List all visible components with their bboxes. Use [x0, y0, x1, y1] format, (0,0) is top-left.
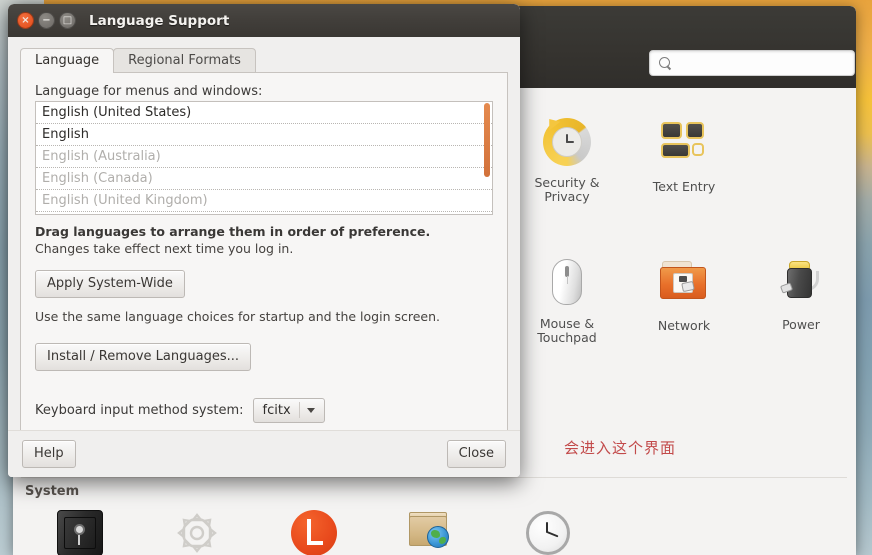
tab-regional-formats[interactable]: Regional Formats	[113, 48, 256, 73]
security-privacy-icon	[543, 114, 591, 166]
mouse-touchpad-icon	[552, 259, 582, 305]
settings-item-network[interactable]: Network	[632, 256, 736, 333]
time-date-icon	[526, 511, 570, 555]
search-box[interactable]	[649, 50, 855, 76]
ime-row: Keyboard input method system: fcitx	[35, 398, 493, 423]
list-item[interactable]: English	[36, 124, 492, 146]
tab-language[interactable]: Language	[20, 48, 115, 73]
details-icon	[174, 510, 220, 555]
section-divider	[21, 477, 847, 478]
close-button[interactable]: Close	[446, 440, 506, 468]
settings-item-label: Network	[657, 318, 711, 333]
mouse-touchpad-icon-wrap	[515, 259, 619, 311]
landscape-icon	[291, 510, 337, 555]
section-label-system: System	[25, 484, 80, 499]
settings-item-power[interactable]: Power	[749, 256, 853, 332]
network-icon-wrap	[632, 261, 736, 313]
backups-icon-wrap	[28, 510, 132, 555]
settings-item-label-2: Touchpad	[537, 330, 597, 345]
settings-item-label: Power	[782, 317, 820, 332]
language-list[interactable]: English (United States) English English …	[35, 101, 493, 215]
time-date-icon-wrap	[496, 511, 600, 555]
security-privacy-icon-wrap	[515, 114, 619, 170]
drag-hint: Drag languages to arrange them in order …	[35, 224, 431, 239]
settings-item-software-updates[interactable]: Software &	[379, 508, 483, 555]
settings-item-details[interactable]: Details	[145, 508, 249, 555]
settings-item-label-2: Privacy	[544, 189, 590, 204]
chevron-down-icon	[306, 407, 315, 413]
network-icon	[660, 261, 708, 303]
settings-item-security-privacy[interactable]: Security & Privacy	[515, 114, 619, 204]
install-remove-languages-button[interactable]: Install / Remove Languages...	[35, 343, 251, 371]
tab-panel-language: Language for menus and windows: English …	[20, 72, 508, 439]
install-row: Install / Remove Languages...	[35, 343, 493, 371]
close-icon: ×	[21, 14, 30, 26]
list-item[interactable]: English (United States)	[36, 102, 492, 124]
details-icon-wrap	[145, 510, 249, 555]
settings-item-time-date[interactable]: Time & Date	[496, 508, 600, 555]
changes-hint: Changes take effect next time you log in…	[35, 241, 294, 256]
text-entry-icon	[659, 122, 709, 164]
dialog-footer: Help Close	[8, 430, 520, 477]
minimize-window-button[interactable]: −	[38, 12, 55, 29]
language-list-label: Language for menus and windows:	[35, 84, 263, 99]
ime-dropdown[interactable]: fcitx	[252, 398, 325, 423]
text-entry-icon-wrap	[632, 122, 736, 174]
list-item[interactable]: English (New Zealand)	[36, 212, 492, 214]
minimize-icon: −	[42, 14, 51, 26]
dialog-content: Language Regional Formats Language for m…	[8, 37, 520, 477]
chinese-annotation: 会进入这个界面	[564, 439, 677, 457]
settings-item-label: Mouse &	[539, 316, 595, 331]
help-button[interactable]: Help	[22, 440, 76, 468]
power-icon	[779, 260, 823, 304]
backups-icon	[57, 510, 103, 555]
search-icon	[659, 56, 672, 70]
search-input[interactable]	[678, 56, 846, 70]
settings-item-mouse-touchpad[interactable]: Mouse & Touchpad	[515, 256, 619, 345]
power-icon-wrap	[749, 260, 853, 312]
system-settings-search-wrapper[interactable]	[649, 50, 855, 76]
landscape-icon-wrap	[262, 510, 366, 555]
apply-row: Apply System-Wide	[35, 270, 493, 298]
dialog-title: Language Support	[89, 12, 230, 29]
maximize-icon: □	[62, 14, 73, 26]
software-updates-icon	[407, 512, 455, 555]
apply-system-wide-button[interactable]: Apply System-Wide	[35, 270, 185, 298]
close-window-button[interactable]: ×	[17, 12, 34, 29]
settings-item-label: Security &	[534, 175, 600, 190]
ime-selected-value: fcitx	[262, 402, 291, 418]
list-item[interactable]: English (Australia)	[36, 146, 492, 168]
dialog-titlebar[interactable]: × − □ Language Support	[8, 4, 520, 37]
combo-separator	[298, 402, 300, 418]
settings-item-backups[interactable]: Backups	[28, 508, 132, 555]
language-support-dialog[interactable]: × − □ Language Support Language Regional…	[8, 4, 520, 477]
settings-item-text-entry[interactable]: Text Entry	[632, 116, 736, 194]
maximize-window-button[interactable]: □	[59, 12, 76, 29]
screen: Security & Privacy Text Entry Mouse & To…	[0, 0, 872, 555]
language-list-scrollbar[interactable]	[484, 103, 490, 177]
apply-note: Use the same language choices for startu…	[35, 309, 440, 324]
tab-bar: Language Regional Formats	[20, 47, 508, 73]
software-updates-icon-wrap	[379, 512, 483, 555]
settings-item-label: Text Entry	[652, 179, 716, 194]
settings-item-landscape[interactable]: Landscape	[262, 508, 366, 555]
ime-label: Keyboard input method system:	[35, 403, 244, 418]
list-item[interactable]: English (Canada)	[36, 168, 492, 190]
list-item[interactable]: English (United Kingdom)	[36, 190, 492, 212]
